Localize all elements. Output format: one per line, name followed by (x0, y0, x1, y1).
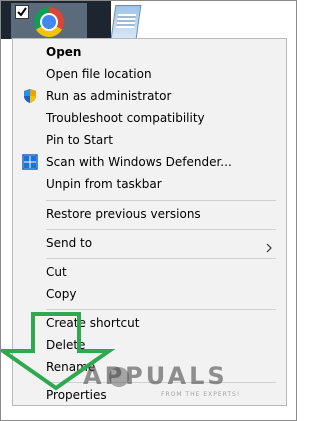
menu-item-label: Unpin from taskbar (46, 177, 162, 191)
menu-item-label: Copy (46, 287, 77, 301)
uac-shield-icon (22, 88, 38, 104)
menu-separator (46, 309, 276, 310)
menu-separator (46, 258, 276, 259)
taskbar (1, 1, 111, 39)
menu-separator (46, 229, 276, 230)
menu-item-label: Open file location (46, 67, 152, 81)
checkbox-icon[interactable] (15, 5, 29, 19)
menu-item-label: Open (46, 45, 82, 59)
chrome-icon[interactable] (34, 7, 64, 37)
menu-item-label: Pin to Start (46, 133, 113, 147)
menu-item-scan-with-defender[interactable]: Scan with Windows Defender... (13, 151, 286, 173)
menu-item-label: Restore previous versions (46, 207, 201, 221)
menu-item-open-file-location[interactable]: Open file location (13, 63, 286, 85)
menu-item-label: Send to (46, 236, 93, 250)
menu-item-open[interactable]: Open (13, 41, 286, 63)
menu-item-troubleshoot-compatibility[interactable]: Troubleshoot compatibility (13, 107, 286, 129)
menu-item-send-to[interactable]: Send to (13, 232, 286, 254)
menu-item-label: Troubleshoot compatibility (46, 111, 205, 125)
menu-item-label: Scan with Windows Defender... (46, 155, 232, 169)
menu-item-restore-previous-versions[interactable]: Restore previous versions (13, 203, 286, 225)
chevron-right-icon (264, 238, 274, 253)
menu-separator (46, 200, 276, 201)
menu-item-unpin-from-taskbar[interactable]: Unpin from taskbar (13, 173, 286, 195)
notepad-icon[interactable] (110, 5, 142, 39)
screenshot-frame: Open Open file location Run as administr… (0, 0, 297, 421)
menu-item-copy[interactable]: Copy (13, 283, 286, 305)
menu-item-label: Cut (46, 265, 67, 279)
menu-item-pin-to-start[interactable]: Pin to Start (13, 129, 286, 151)
defender-icon (22, 154, 38, 170)
menu-item-run-as-administrator[interactable]: Run as administrator (13, 85, 286, 107)
menu-item-label: Run as administrator (46, 89, 172, 103)
down-arrow-annotation-icon (1, 312, 116, 391)
watermark-tagline: FROM THE EXPERTS! (161, 391, 241, 398)
menu-item-cut[interactable]: Cut (13, 261, 286, 283)
